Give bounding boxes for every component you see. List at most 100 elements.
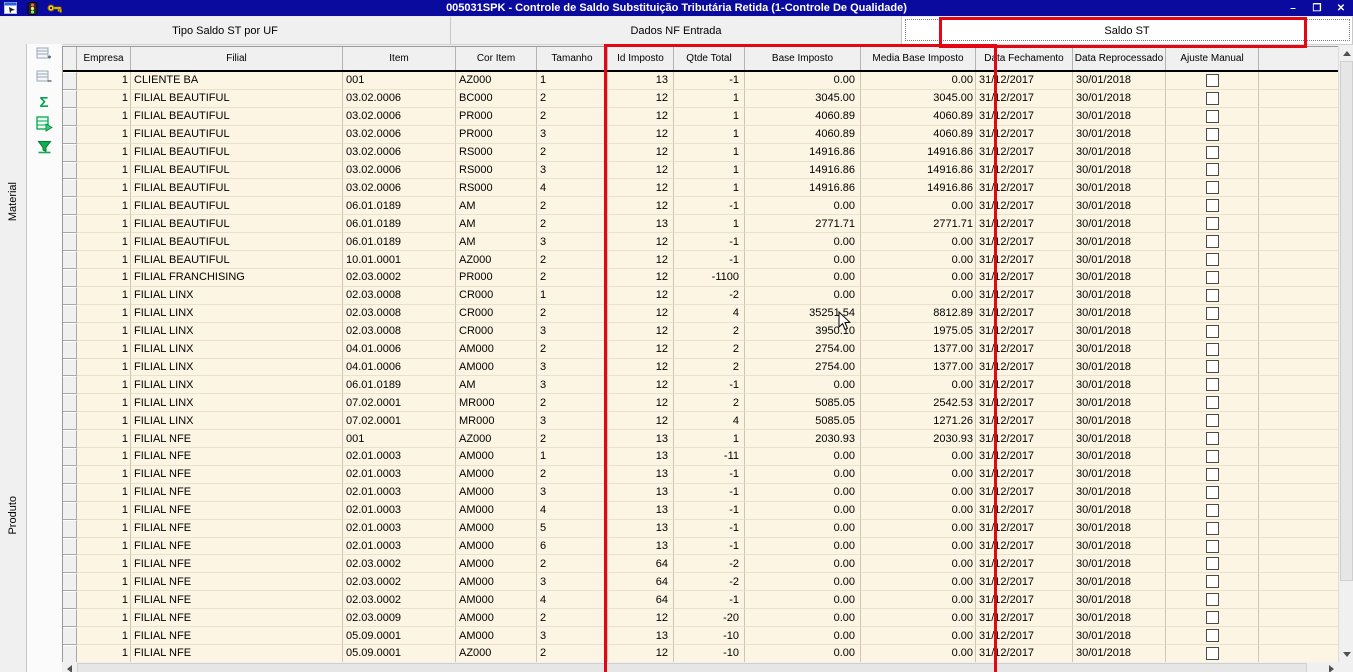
restore-button[interactable]: ❐ bbox=[1308, 2, 1326, 15]
cell-data_reprocessado[interactable]: 30/01/2018 bbox=[1073, 430, 1166, 449]
cell-item[interactable]: 03.02.0006 bbox=[343, 89, 456, 108]
cell-tamanho[interactable]: 2 bbox=[537, 107, 608, 126]
vertical-scrollbar[interactable] bbox=[1338, 46, 1353, 662]
cell-base_imposto[interactable]: 0.00 bbox=[745, 72, 861, 90]
cell-base_imposto[interactable]: 14916.86 bbox=[745, 179, 861, 198]
cell-cor_item[interactable]: AM000 bbox=[456, 537, 537, 556]
table-row[interactable]: 1 FILIAL LINX 04.01.0006 AM000 2 12 2 2754.00 13… bbox=[63, 340, 1338, 359]
column-header-empresa[interactable]: Empresa bbox=[77, 47, 131, 70]
cell-empresa[interactable]: 1 bbox=[77, 483, 131, 502]
cell-ajuste_manual[interactable] bbox=[1166, 322, 1259, 341]
cell-media_base_imposto[interactable]: 1377.00 bbox=[861, 358, 976, 377]
cell-media_base_imposto[interactable]: 0.00 bbox=[861, 591, 976, 610]
cell-media_base_imposto[interactable]: 1377.00 bbox=[861, 340, 976, 359]
cell-tamanho[interactable]: 2 bbox=[537, 197, 608, 216]
cell-qtde_total[interactable]: -1 bbox=[674, 591, 745, 610]
cell-ajuste_manual[interactable] bbox=[1166, 430, 1259, 449]
cell-filial[interactable]: FILIAL NFE bbox=[131, 483, 343, 502]
ajuste-manual-checkbox[interactable] bbox=[1205, 324, 1219, 338]
cell-item[interactable]: 06.01.0189 bbox=[343, 197, 456, 216]
cell-data_reprocessado[interactable]: 30/01/2018 bbox=[1073, 179, 1166, 198]
table-row[interactable]: 1 FILIAL LINX 07.02.0001 MR000 3 12 4 5085.05 12… bbox=[63, 412, 1338, 431]
cell-id_imposto[interactable]: 12 bbox=[608, 268, 674, 287]
cell-empresa[interactable]: 1 bbox=[77, 555, 131, 574]
cell-data_fechamento[interactable]: 31/12/2017 bbox=[976, 72, 1073, 90]
cell-qtde_total[interactable]: -2 bbox=[674, 286, 745, 305]
cell-base_imposto[interactable]: 14916.86 bbox=[745, 143, 861, 162]
cell-item[interactable]: 03.02.0006 bbox=[343, 179, 456, 198]
cell-qtde_total[interactable]: -10 bbox=[674, 627, 745, 645]
cell-id_imposto[interactable]: 12 bbox=[608, 376, 674, 395]
cell-item[interactable]: 03.02.0006 bbox=[343, 107, 456, 126]
sum-button[interactable]: Σ bbox=[31, 92, 57, 113]
cell-data_reprocessado[interactable]: 30/01/2018 bbox=[1073, 448, 1166, 466]
cell-media_base_imposto[interactable]: 0.00 bbox=[861, 501, 976, 520]
cell-data_fechamento[interactable]: 31/12/2017 bbox=[976, 107, 1073, 126]
cell-ajuste_manual[interactable] bbox=[1166, 609, 1259, 628]
cell-filial[interactable]: CLIENTE BA bbox=[131, 72, 343, 90]
cell-media_base_imposto[interactable]: 0.00 bbox=[861, 573, 976, 592]
table-row[interactable]: 1 CLIENTE BA 001 AZ000 1 13 -1 0.00 0.00 31/12/20… bbox=[63, 72, 1338, 90]
cell-id_imposto[interactable]: 13 bbox=[608, 519, 674, 538]
cell-qtde_total[interactable]: -1 bbox=[674, 233, 745, 252]
table-row[interactable]: 1 FILIAL NFE 02.01.0003 AM000 3 13 -1 0.00 0.00 3… bbox=[63, 483, 1338, 502]
cell-cor_item[interactable]: AM000 bbox=[456, 465, 537, 484]
horizontal-scrollbar-thumb[interactable] bbox=[77, 663, 1307, 672]
cell-id_imposto[interactable]: 12 bbox=[608, 304, 674, 323]
scroll-left-button[interactable] bbox=[62, 662, 76, 672]
row-selector[interactable] bbox=[63, 197, 77, 216]
cell-item[interactable]: 02.03.0008 bbox=[343, 286, 456, 305]
cell-cor_item[interactable]: PR000 bbox=[456, 107, 537, 126]
cell-cor_item[interactable]: AM000 bbox=[456, 448, 537, 466]
cell-id_imposto[interactable]: 12 bbox=[608, 412, 674, 431]
row-selector[interactable] bbox=[63, 251, 77, 269]
cell-base_imposto[interactable]: 14916.86 bbox=[745, 161, 861, 180]
row-selector[interactable] bbox=[63, 412, 77, 431]
cell-data_fechamento[interactable]: 31/12/2017 bbox=[976, 412, 1073, 431]
cell-item[interactable]: 03.02.0006 bbox=[343, 143, 456, 162]
cell-id_imposto[interactable]: 12 bbox=[608, 609, 674, 628]
ajuste-manual-checkbox[interactable] bbox=[1205, 288, 1219, 302]
cell-item[interactable]: 02.03.0008 bbox=[343, 322, 456, 341]
cell-tamanho[interactable]: 6 bbox=[537, 537, 608, 556]
ajuste-manual-checkbox[interactable] bbox=[1205, 73, 1219, 87]
table-row[interactable]: 1 FILIAL NFE 02.01.0003 AM000 6 13 -1 0.00 0.00 3… bbox=[63, 537, 1338, 556]
cell-filial[interactable]: FILIAL LINX bbox=[131, 376, 343, 395]
cell-qtde_total[interactable]: -1 bbox=[674, 501, 745, 520]
cell-item[interactable]: 001 bbox=[343, 430, 456, 449]
cell-filial[interactable]: FILIAL NFE bbox=[131, 430, 343, 449]
cell-ajuste_manual[interactable] bbox=[1166, 555, 1259, 574]
cell-id_imposto[interactable]: 12 bbox=[608, 322, 674, 341]
cell-item[interactable]: 05.09.0001 bbox=[343, 645, 456, 663]
cell-base_imposto[interactable]: 0.00 bbox=[745, 197, 861, 216]
cell-item[interactable]: 02.03.0002 bbox=[343, 555, 456, 574]
cell-tamanho[interactable]: 2 bbox=[537, 555, 608, 574]
cell-media_base_imposto[interactable]: 0.00 bbox=[861, 72, 976, 90]
cell-data_reprocessado[interactable]: 30/01/2018 bbox=[1073, 376, 1166, 395]
cell-id_imposto[interactable]: 13 bbox=[608, 627, 674, 645]
row-selector[interactable] bbox=[63, 465, 77, 484]
cell-empresa[interactable]: 1 bbox=[77, 448, 131, 466]
table-row[interactable]: 1 FILIAL NFE 02.03.0002 AM000 2 64 -2 0.00 0.00 3… bbox=[63, 555, 1338, 574]
ajuste-manual-checkbox[interactable] bbox=[1205, 646, 1219, 660]
cell-empresa[interactable]: 1 bbox=[77, 251, 131, 269]
cell-data_fechamento[interactable]: 31/12/2017 bbox=[976, 519, 1073, 538]
row-selector[interactable] bbox=[63, 215, 77, 234]
cell-data_reprocessado[interactable]: 30/01/2018 bbox=[1073, 197, 1166, 216]
cell-cor_item[interactable]: AM000 bbox=[456, 358, 537, 377]
scroll-right-button[interactable] bbox=[1324, 662, 1338, 672]
cell-filial[interactable]: FILIAL NFE bbox=[131, 501, 343, 520]
cell-base_imposto[interactable]: 5085.05 bbox=[745, 394, 861, 413]
cell-media_base_imposto[interactable]: 0.00 bbox=[861, 465, 976, 484]
cell-filial[interactable]: FILIAL BEAUTIFUL bbox=[131, 251, 343, 269]
cell-cor_item[interactable]: MR000 bbox=[456, 412, 537, 431]
cell-data_fechamento[interactable]: 31/12/2017 bbox=[976, 268, 1073, 287]
cell-data_reprocessado[interactable]: 30/01/2018 bbox=[1073, 304, 1166, 323]
cell-data_fechamento[interactable]: 31/12/2017 bbox=[976, 555, 1073, 574]
table-row[interactable]: 1 FILIAL NFE 05.09.0001 AZ000 2 12 -10 0.00 0.00… bbox=[63, 645, 1338, 663]
cell-media_base_imposto[interactable]: 3045.00 bbox=[861, 89, 976, 108]
cell-cor_item[interactable]: AZ000 bbox=[456, 645, 537, 663]
cell-ajuste_manual[interactable] bbox=[1166, 304, 1259, 323]
row-selector[interactable] bbox=[63, 107, 77, 126]
cell-media_base_imposto[interactable]: 0.00 bbox=[861, 537, 976, 556]
